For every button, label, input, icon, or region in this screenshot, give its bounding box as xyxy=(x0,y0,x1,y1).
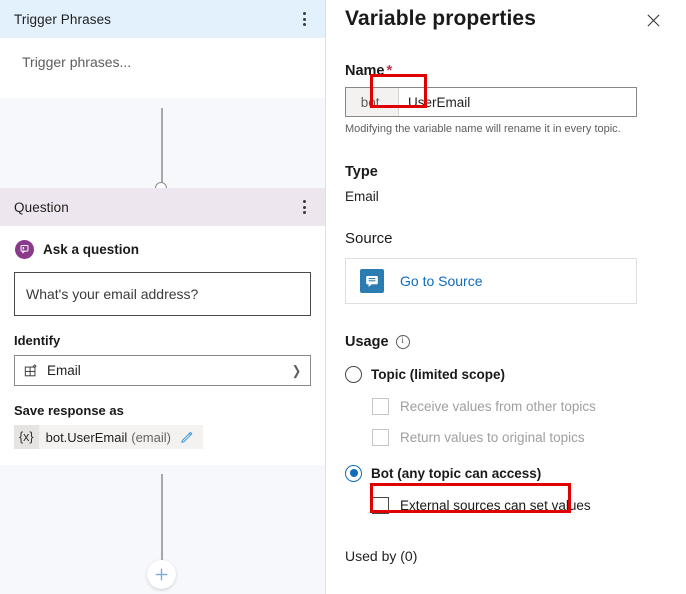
pencil-icon[interactable] xyxy=(180,430,203,444)
name-label: Name* xyxy=(345,63,666,79)
checkbox-external-sources[interactable]: External sources can set values xyxy=(372,492,666,518)
source-label: Source xyxy=(345,230,666,247)
checkbox-receive-values-label: Receive values from other topics xyxy=(400,399,596,414)
more-vertical-icon[interactable] xyxy=(295,197,313,217)
close-icon[interactable] xyxy=(640,7,666,33)
add-node-button[interactable] xyxy=(147,560,176,589)
checkbox-receive-values[interactable]: Receive values from other topics xyxy=(372,393,666,419)
save-response-as-label: Save response as xyxy=(14,403,311,418)
identify-selected-value: Email xyxy=(47,363,282,378)
trigger-phrases-placeholder[interactable]: Trigger phrases... xyxy=(14,44,311,84)
question-card-body: Ask a question What's your email address… xyxy=(0,226,325,465)
question-message-text: What's your email address? xyxy=(26,286,198,302)
usage-header: Usage i xyxy=(345,334,666,350)
usage-label: Usage xyxy=(345,334,389,350)
go-to-source-link[interactable]: Go to Source xyxy=(400,273,483,289)
page-title: Variable properties xyxy=(345,7,640,31)
trigger-card-header: Trigger Phrases xyxy=(0,0,325,38)
question-card-title: Question xyxy=(14,200,295,215)
type-value: Email xyxy=(345,189,666,204)
panel-header: Variable properties xyxy=(345,7,666,41)
usage-radio-bot-label: Bot (any topic can access) xyxy=(371,466,541,481)
checkbox-return-values[interactable]: Return values to original topics xyxy=(372,424,666,450)
more-vertical-icon[interactable] xyxy=(295,9,313,29)
usage-radio-bot[interactable]: Bot (any topic can access) xyxy=(345,461,666,485)
checkbox-return-values-label: Return values to original topics xyxy=(400,430,585,445)
variable-name-prefix: bot. xyxy=(346,88,399,116)
message-source-icon xyxy=(360,269,384,293)
identify-label: Identify xyxy=(14,333,311,348)
identify-select[interactable]: Email ❯ xyxy=(14,355,311,386)
usage-radio-topic[interactable]: Topic (limited scope) xyxy=(345,362,666,386)
info-icon[interactable]: i xyxy=(396,335,410,349)
entity-grid-icon xyxy=(24,364,38,378)
name-helper-text: Modifying the variable name will rename … xyxy=(345,123,666,135)
trigger-card-title: Trigger Phrases xyxy=(14,12,295,27)
required-marker: * xyxy=(387,63,393,79)
source-card[interactable]: Go to Source xyxy=(345,258,637,304)
checkbox-return-values-box xyxy=(372,429,389,446)
radio-bot-indicator xyxy=(345,465,362,482)
ask-a-question-row: Ask a question xyxy=(15,240,311,259)
checkbox-receive-values-box xyxy=(372,398,389,415)
trigger-card-body: Trigger phrases... xyxy=(0,38,325,98)
question-message-input[interactable]: What's your email address? xyxy=(14,272,311,316)
variable-type-text: (email) xyxy=(131,430,180,445)
ask-a-question-label: Ask a question xyxy=(43,242,139,257)
variable-name-field[interactable]: bot. UserEmail xyxy=(345,87,637,117)
name-label-text: Name xyxy=(345,63,385,79)
plus-icon xyxy=(154,567,169,582)
ask-question-icon xyxy=(15,240,34,259)
topic-authoring-canvas: Trigger Phrases Trigger phrases... Quest… xyxy=(0,0,325,594)
variable-braces-icon: {x} xyxy=(14,425,39,449)
type-label: Type xyxy=(345,164,666,180)
trigger-phrases-card[interactable]: Trigger Phrases Trigger phrases... xyxy=(0,0,325,98)
usage-radio-topic-label: Topic (limited scope) xyxy=(371,367,505,382)
variable-properties-panel: Variable properties Name* bot. UserEmail… xyxy=(326,0,686,594)
radio-topic-indicator xyxy=(345,366,362,383)
checkbox-external-sources-box xyxy=(372,497,389,514)
question-card-header: Question xyxy=(0,188,325,226)
saved-variable-chip[interactable]: {x} bot.UserEmail (email) xyxy=(14,425,203,449)
variable-name-input[interactable]: UserEmail xyxy=(399,88,636,116)
used-by-label: Used by (0) xyxy=(345,548,666,564)
chevron-right-icon[interactable]: ❯ xyxy=(292,363,301,379)
connector-line-bottom xyxy=(161,474,163,560)
variable-name-text: bot.UserEmail xyxy=(39,430,132,445)
connector-line-top xyxy=(161,108,163,184)
question-card[interactable]: Question Ask a question What's your xyxy=(0,188,325,465)
checkbox-external-sources-label: External sources can set values xyxy=(400,498,591,513)
variable-properties-screen: Trigger Phrases Trigger phrases... Quest… xyxy=(0,0,686,594)
